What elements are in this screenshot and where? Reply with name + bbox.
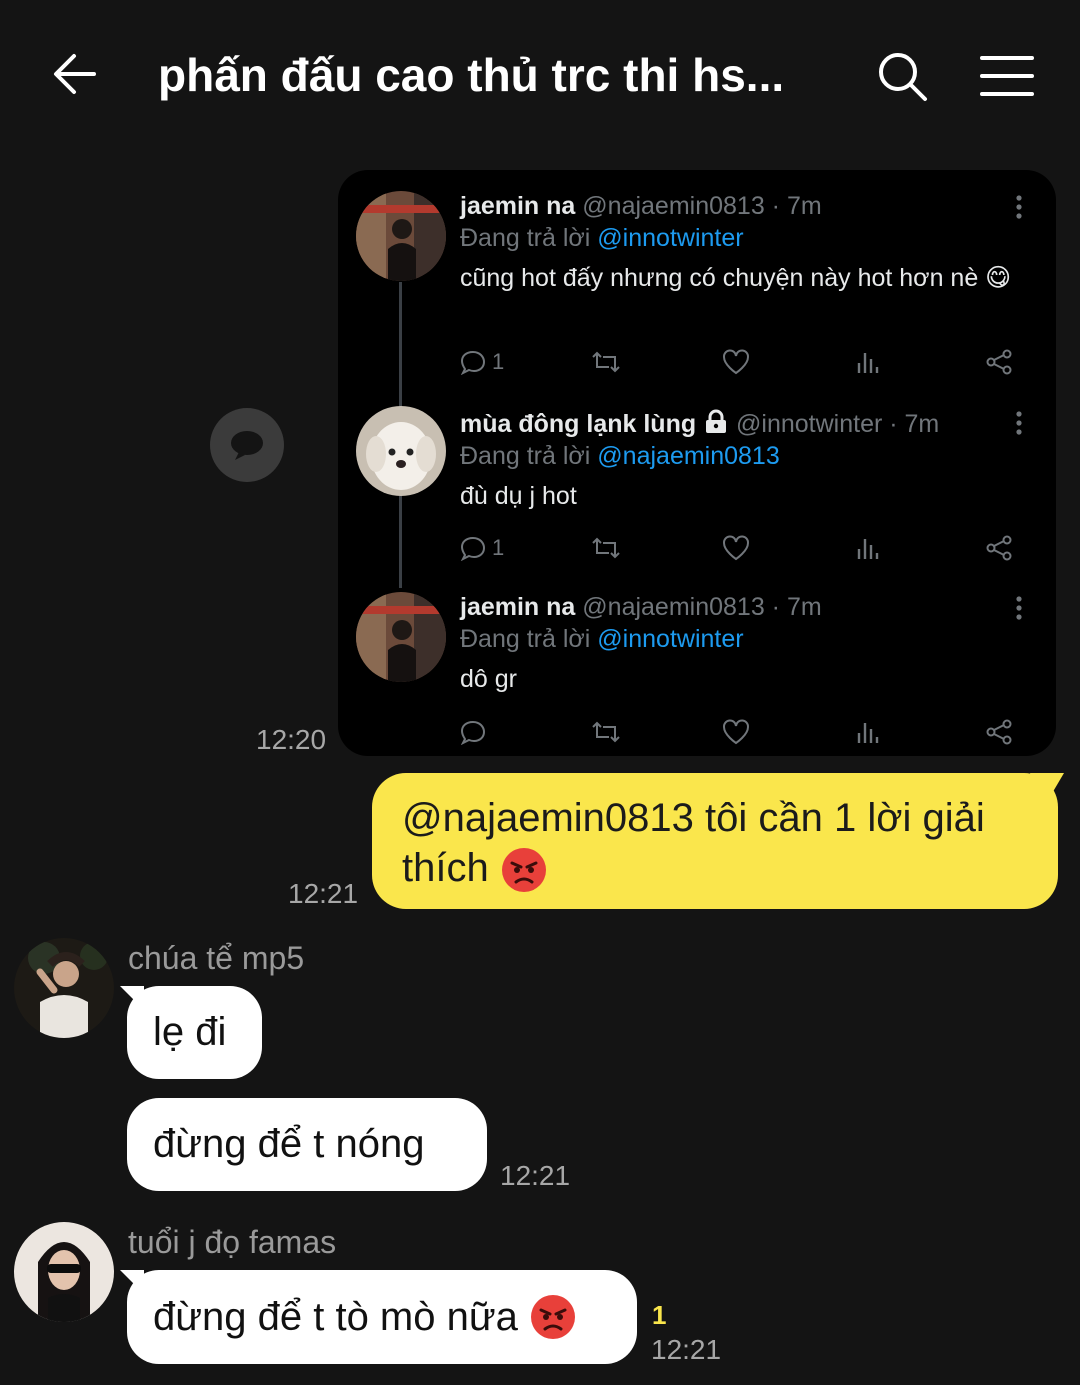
message-text: đừng để t tò mò nữa (153, 1294, 518, 1339)
angry-emoji (501, 848, 546, 893)
share-tweet-icon[interactable] (985, 346, 1013, 378)
reply-count: 1 (492, 349, 505, 374)
avatar (356, 592, 446, 682)
reply-prefix: Đang trả lời (460, 442, 591, 470)
tweet-author[interactable]: jaemin na (460, 593, 575, 621)
share-icon[interactable] (210, 408, 284, 482)
sender-name: tuổi j đọ famas (128, 1224, 337, 1260)
reply-icon[interactable] (460, 716, 486, 748)
reply-icon[interactable]: 1 (460, 532, 504, 564)
mention-link[interactable]: @innotwinter (597, 224, 743, 252)
tweet-text: dô gr (460, 665, 517, 693)
retweet-icon[interactable] (591, 346, 621, 378)
message-bubble[interactable]: đừng để t tò mò nữa (127, 1270, 637, 1364)
share-tweet-icon[interactable] (985, 532, 1013, 564)
angry-emoji (531, 1295, 576, 1339)
sender-name: chúa tể mp5 (128, 940, 305, 976)
chat-title: phấn đấu cao thủ trc thi hs... (158, 49, 785, 101)
avatar[interactable] (14, 1222, 114, 1322)
reply-count: 1 (492, 535, 505, 560)
thread-line (399, 496, 402, 588)
more-icon[interactable] (1014, 410, 1024, 436)
lock-icon (706, 409, 727, 433)
my-message-text: @najaemin0813 tôi cần 1 lời giải thích (402, 796, 985, 890)
tweet-text: cũng hot đấy nhưng có chuyện này hot hơn… (460, 264, 1012, 292)
search-icon[interactable] (874, 48, 930, 104)
tweet-author[interactable]: mùa đông lạnk lùng (460, 410, 696, 438)
tweet-author[interactable]: jaemin na (460, 192, 575, 220)
message-text: lẹ đi (153, 1010, 227, 1054)
menu-icon[interactable] (978, 48, 1036, 104)
message-bubble[interactable]: đừng để t nóng (127, 1098, 487, 1191)
more-icon[interactable] (1014, 194, 1024, 220)
back-arrow-icon[interactable] (48, 46, 104, 102)
message-text: đừng để t nóng (153, 1122, 425, 1166)
reply-icon[interactable]: 1 (460, 346, 504, 378)
mention-link[interactable]: @innotwinter (597, 625, 743, 653)
tweet-text: đù dụ j hot (460, 482, 577, 510)
message-time: 12:21 (500, 1160, 571, 1191)
like-icon[interactable] (722, 716, 750, 748)
mention-link[interactable]: @najaemin0813 (597, 442, 779, 470)
reply-prefix: Đang trả lời (460, 625, 591, 653)
tweet-handle: @najaemin0813 · 7m (582, 192, 822, 220)
views-icon[interactable] (855, 716, 879, 748)
tweet-handle: @najaemin0813 · 7m (582, 593, 822, 621)
unread-count: 1 (652, 1300, 667, 1330)
more-icon[interactable] (1014, 595, 1024, 621)
message-time: 12:21 (651, 1334, 722, 1365)
message-time: 12:20 (256, 724, 327, 755)
my-message-bubble[interactable]: @najaemin0813 tôi cần 1 lời giải thích (372, 773, 1058, 909)
retweet-icon[interactable] (591, 716, 621, 748)
avatar (356, 406, 446, 496)
shared-image-card[interactable]: jaemin na @najaemin0813 · 7m Đang trả lờ… (338, 170, 1056, 756)
reply-prefix: Đang trả lời (460, 224, 591, 252)
avatar (356, 191, 446, 281)
views-icon[interactable] (855, 532, 879, 564)
like-icon[interactable] (722, 346, 750, 378)
message-time: 12:21 (288, 878, 359, 909)
message-bubble[interactable]: lẹ đi (127, 986, 262, 1079)
views-icon[interactable] (855, 346, 879, 378)
avatar[interactable] (14, 938, 114, 1038)
retweet-icon[interactable] (591, 532, 621, 564)
tweet-handle: @innotwinter · 7m (736, 410, 940, 438)
share-tweet-icon[interactable] (985, 716, 1013, 748)
like-icon[interactable] (722, 532, 750, 564)
